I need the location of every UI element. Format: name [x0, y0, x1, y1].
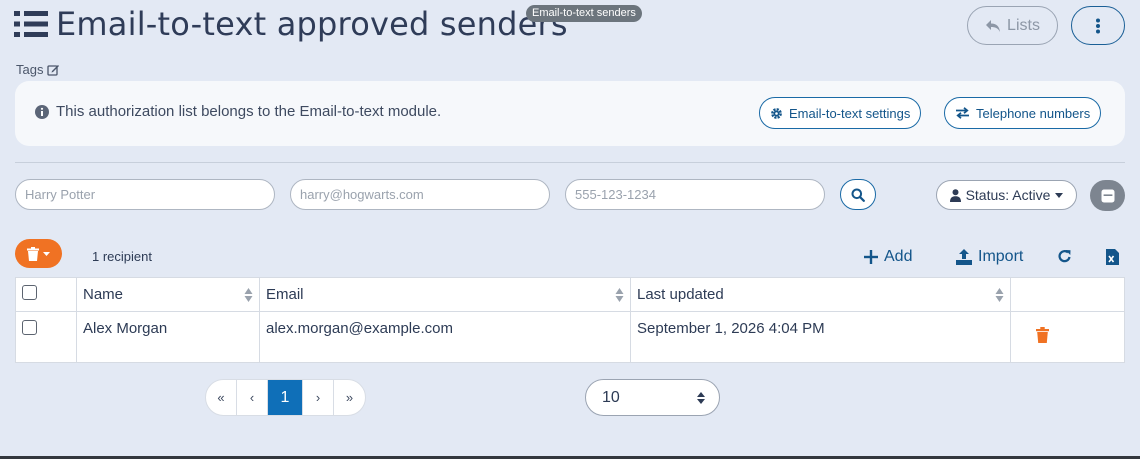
save-icon — [1101, 189, 1114, 202]
export-excel-button[interactable] — [1106, 249, 1119, 265]
select-all-cell — [15, 277, 77, 312]
lists-button[interactable]: Lists — [967, 6, 1058, 45]
recipient-count: 1 recipient — [92, 249, 152, 264]
page-size-select[interactable]: 10 — [585, 379, 720, 416]
settings-label: Email-to-text settings — [789, 105, 911, 121]
previous-page-button[interactable]: ‹ — [237, 380, 268, 415]
vertical-dots-icon — [1096, 18, 1100, 33]
info-text: This authorization list belongs to the E… — [56, 103, 442, 120]
refresh-button[interactable] — [1057, 249, 1072, 264]
recipients-table: Name Email Last updated Alex Morgan alex… — [15, 277, 1125, 363]
updated-cell: September 1, 2026 4:04 PM — [630, 311, 1011, 363]
info-circle-icon — [35, 104, 49, 119]
page-title: Email-to-text approved senders — [56, 5, 568, 43]
actions-cell — [1010, 311, 1125, 363]
sort-icon — [995, 287, 1004, 302]
reply-icon — [986, 19, 1001, 32]
tags-editor[interactable]: Tags — [16, 62, 60, 77]
page-size-value: 10 — [602, 388, 620, 406]
excel-file-icon — [1106, 249, 1119, 265]
last-page-button[interactable]: » — [334, 380, 365, 415]
column-header-name[interactable]: Name — [76, 277, 260, 312]
import-button[interactable]: Import — [956, 248, 1023, 266]
column-header-last-updated[interactable]: Last updated — [630, 277, 1011, 312]
caret-down-icon — [1055, 192, 1064, 198]
trash-icon[interactable] — [1036, 327, 1049, 343]
pagination: « ‹ 1 › » — [205, 379, 366, 416]
table-row: Alex Morgan alex.morgan@example.com Sept… — [15, 311, 1125, 363]
add-label: Add — [884, 248, 913, 265]
select-all-checkbox[interactable] — [22, 285, 37, 300]
save-filter-button[interactable] — [1090, 180, 1125, 211]
name-filter-input[interactable] — [15, 179, 275, 210]
search-icon — [851, 188, 865, 202]
column-header-label: Last updated — [637, 286, 724, 303]
column-header-actions — [1010, 277, 1125, 312]
column-header-label: Name — [83, 286, 124, 303]
sort-icon — [244, 287, 253, 302]
bulk-delete-dropdown[interactable] — [15, 239, 62, 268]
lists-label: Lists — [1007, 16, 1040, 34]
sort-icon — [615, 287, 624, 302]
email-filter-input[interactable] — [290, 179, 550, 210]
status-label: Status: Active — [965, 187, 1051, 203]
numbers-label: Telephone numbers — [976, 105, 1091, 121]
add-button[interactable]: Add — [864, 248, 912, 266]
sort-caret-icon — [697, 391, 705, 404]
caret-down-icon — [43, 251, 50, 256]
page-header: Email-to-text approved senders — [14, 4, 568, 44]
list-icon — [14, 11, 48, 37]
gear-icon — [771, 107, 782, 119]
column-header-label: Email — [266, 286, 304, 303]
edit-icon[interactable] — [47, 63, 60, 76]
user-icon — [949, 188, 961, 202]
table-header-row: Name Email Last updated — [15, 277, 1125, 312]
email-cell: alex.morgan@example.com — [259, 311, 631, 363]
exchange-arrows-icon — [956, 107, 969, 119]
phone-filter-input[interactable] — [565, 179, 825, 210]
import-label: Import — [978, 248, 1024, 265]
refresh-icon — [1058, 250, 1071, 263]
divider — [15, 162, 1125, 163]
tags-label: Tags — [16, 62, 44, 77]
status-filter-dropdown[interactable]: Status: Active — [936, 180, 1077, 210]
module-badge: Email-to-text senders — [526, 5, 642, 22]
trash-icon — [27, 246, 39, 261]
column-header-email[interactable]: Email — [259, 277, 631, 312]
page-1-button[interactable]: 1 — [268, 380, 303, 415]
plus-icon — [864, 250, 878, 264]
info-message: This authorization list belongs to the E… — [35, 103, 441, 120]
upload-icon — [956, 249, 972, 265]
row-checkbox[interactable] — [22, 320, 37, 335]
telephone-numbers-button[interactable]: Telephone numbers — [944, 97, 1102, 129]
more-options-button[interactable] — [1071, 6, 1125, 45]
next-page-button[interactable]: › — [303, 380, 334, 415]
first-page-button[interactable]: « — [206, 380, 237, 415]
search-button[interactable] — [840, 179, 876, 210]
email-to-text-settings-button[interactable]: Email-to-text settings — [759, 97, 922, 129]
name-cell: Alex Morgan — [76, 311, 260, 363]
module-info-panel: This authorization list belongs to the E… — [15, 81, 1125, 146]
row-select-cell — [15, 311, 77, 363]
